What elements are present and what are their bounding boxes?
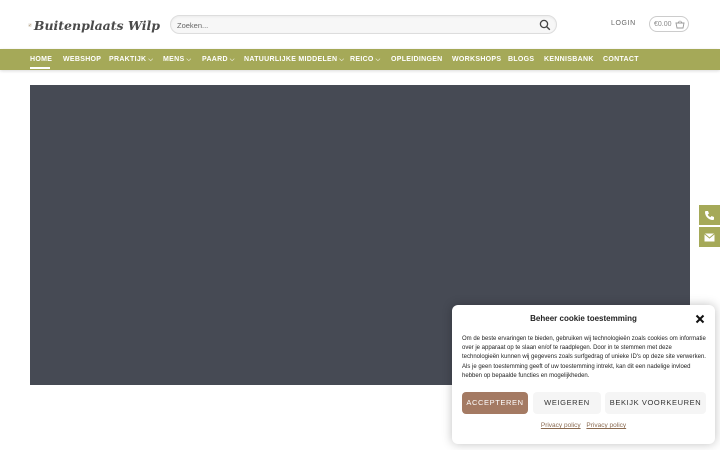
nav-item-label: MENS: [163, 56, 185, 63]
nav-item-opleidingen[interactable]: OPLEIDINGEN: [391, 49, 443, 70]
phone-button[interactable]: [699, 205, 720, 225]
search-input[interactable]: [177, 18, 527, 32]
nav-item-label: PAARD: [202, 56, 228, 63]
cookie-links: Privacy policy Privacy policy: [452, 422, 715, 429]
search-box: [170, 15, 557, 34]
cart-price: €0.00: [654, 20, 672, 28]
nav-item-label: NATUURLIJKE MIDDELEN: [244, 56, 338, 63]
nav-item-label: WEBSHOP: [63, 56, 102, 63]
nav-item-label: OPLEIDINGEN: [391, 56, 443, 63]
brand-name: Buitenplaats Wilp: [33, 17, 160, 33]
nav-item-label: CONTACT: [603, 56, 639, 63]
nav-item-workshops[interactable]: WORKSHOPS: [452, 49, 501, 70]
site-logo[interactable]: Buitenplaats Wilp: [28, 4, 160, 46]
nav-item-praktijk[interactable]: PRAKTIJK ⌵: [109, 49, 153, 70]
nav-item-label: HOME: [30, 56, 53, 63]
nav-item-natuurlijke-middelen[interactable]: NATUURLIJKE MIDDELEN ⌵: [244, 49, 344, 70]
nav-item-mens[interactable]: MENS ⌵: [163, 49, 191, 70]
chevron-down-icon: ⌵: [229, 57, 235, 63]
search-icon[interactable]: [539, 19, 551, 31]
envelope-icon: [704, 232, 715, 241]
email-button[interactable]: [699, 227, 720, 247]
nav-item-kennisbank[interactable]: KENNISBANK: [544, 49, 594, 70]
privacy-policy-link[interactable]: Privacy policy: [586, 422, 626, 429]
basket-icon: [674, 20, 685, 28]
nav-item-paard[interactable]: PAARD ⌵: [202, 49, 235, 70]
nav-item-reico[interactable]: REICO ⌵: [350, 49, 381, 70]
chevron-down-icon: ⌵: [148, 57, 154, 63]
nav-item-label: KENNISBANK: [544, 56, 594, 63]
accept-button[interactable]: ACCEPTEREN: [462, 392, 528, 414]
view-preferences-button[interactable]: BEKIJK VOORKEUREN: [605, 392, 706, 414]
chevron-down-icon: ⌵: [186, 57, 192, 63]
close-icon[interactable]: [695, 314, 705, 324]
nav-item-label: WORKSHOPS: [452, 56, 502, 63]
phone-icon: [705, 210, 714, 220]
nav-item-blogs[interactable]: BLOGS: [508, 49, 534, 70]
login-link[interactable]: LOGIN: [611, 20, 636, 27]
deny-button[interactable]: WEIGEREN: [533, 392, 601, 414]
active-indicator: [30, 67, 50, 69]
cookie-body: Om de beste ervaringen te bieden, gebrui…: [462, 336, 706, 379]
nav-item-label: REICO: [350, 56, 374, 63]
nav-item-webshop[interactable]: WEBSHOP: [63, 49, 101, 70]
site-header: Buitenplaats Wilp LOGIN €0.00: [0, 0, 720, 49]
main-navigation: HOME WEBSHOP PRAKTIJK ⌵ MENS ⌵ PAARD ⌵ NATU…: [0, 49, 720, 70]
nav-item-label: BLOGS: [508, 56, 535, 63]
nav-item-contact[interactable]: CONTACT: [603, 49, 639, 70]
cookie-consent-dialog: Beheer cookie toestemming Om de beste er…: [452, 305, 715, 444]
cart-button[interactable]: €0.00: [649, 16, 689, 32]
logo-emblem-icon: [28, 23, 32, 27]
nav-item-label: PRAKTIJK: [109, 56, 147, 63]
privacy-policy-link[interactable]: Privacy policy: [541, 422, 581, 429]
cookie-title: Beheer cookie toestemming: [530, 314, 637, 323]
chevron-down-icon: ⌵: [375, 57, 381, 63]
chevron-down-icon: ⌵: [339, 57, 345, 63]
